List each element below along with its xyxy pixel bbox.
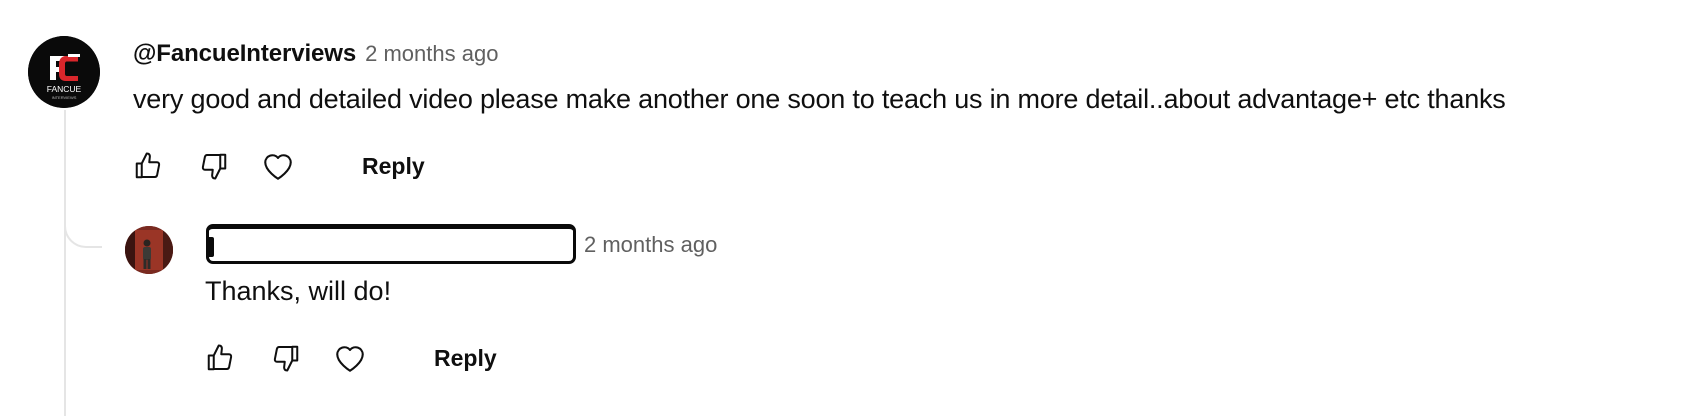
comment-header: @FancueInterviews 2 months ago bbox=[133, 40, 498, 70]
heart-button[interactable] bbox=[258, 146, 298, 186]
comment-actions: Reply bbox=[128, 144, 429, 188]
avatar-sublabel: INTERVIEWS bbox=[52, 95, 77, 100]
comment-text: very good and detailed video please make… bbox=[133, 84, 1506, 114]
like-button[interactable] bbox=[128, 146, 168, 186]
avatar-label: FANCUE bbox=[47, 84, 82, 94]
heart-button[interactable] bbox=[330, 338, 370, 378]
thumbs-down-icon bbox=[273, 345, 299, 372]
user-photo-avatar bbox=[125, 226, 173, 274]
reply-timestamp[interactable]: 2 months ago bbox=[584, 232, 717, 258]
reply-avatar[interactable] bbox=[125, 226, 173, 274]
thumbs-down-icon bbox=[201, 153, 227, 180]
like-button[interactable] bbox=[200, 338, 240, 378]
dislike-button[interactable] bbox=[266, 338, 306, 378]
thread-connector-curve bbox=[64, 200, 102, 248]
redacted-author-name bbox=[206, 224, 576, 264]
thread-connector-line bbox=[64, 110, 66, 416]
comment-author[interactable]: @FancueInterviews bbox=[133, 40, 356, 68]
reply-text: Thanks, will do! bbox=[205, 276, 392, 306]
thumbs-up-icon bbox=[135, 152, 161, 179]
fancue-logo-icon: FANCUE INTERVIEWS bbox=[28, 36, 100, 108]
comment-thread: FANCUE INTERVIEWS @FancueInterviews 2 mo… bbox=[0, 0, 1688, 416]
comment-timestamp[interactable]: 2 months ago bbox=[365, 41, 498, 67]
thumbs-up-icon bbox=[207, 344, 233, 371]
avatar[interactable]: FANCUE INTERVIEWS bbox=[28, 36, 100, 108]
reply-button[interactable]: Reply bbox=[358, 147, 429, 186]
reply-actions: Reply bbox=[200, 336, 501, 380]
reply-button[interactable]: Reply bbox=[430, 339, 501, 378]
dislike-button[interactable] bbox=[194, 146, 234, 186]
heart-icon bbox=[336, 346, 364, 372]
heart-icon bbox=[264, 154, 292, 180]
